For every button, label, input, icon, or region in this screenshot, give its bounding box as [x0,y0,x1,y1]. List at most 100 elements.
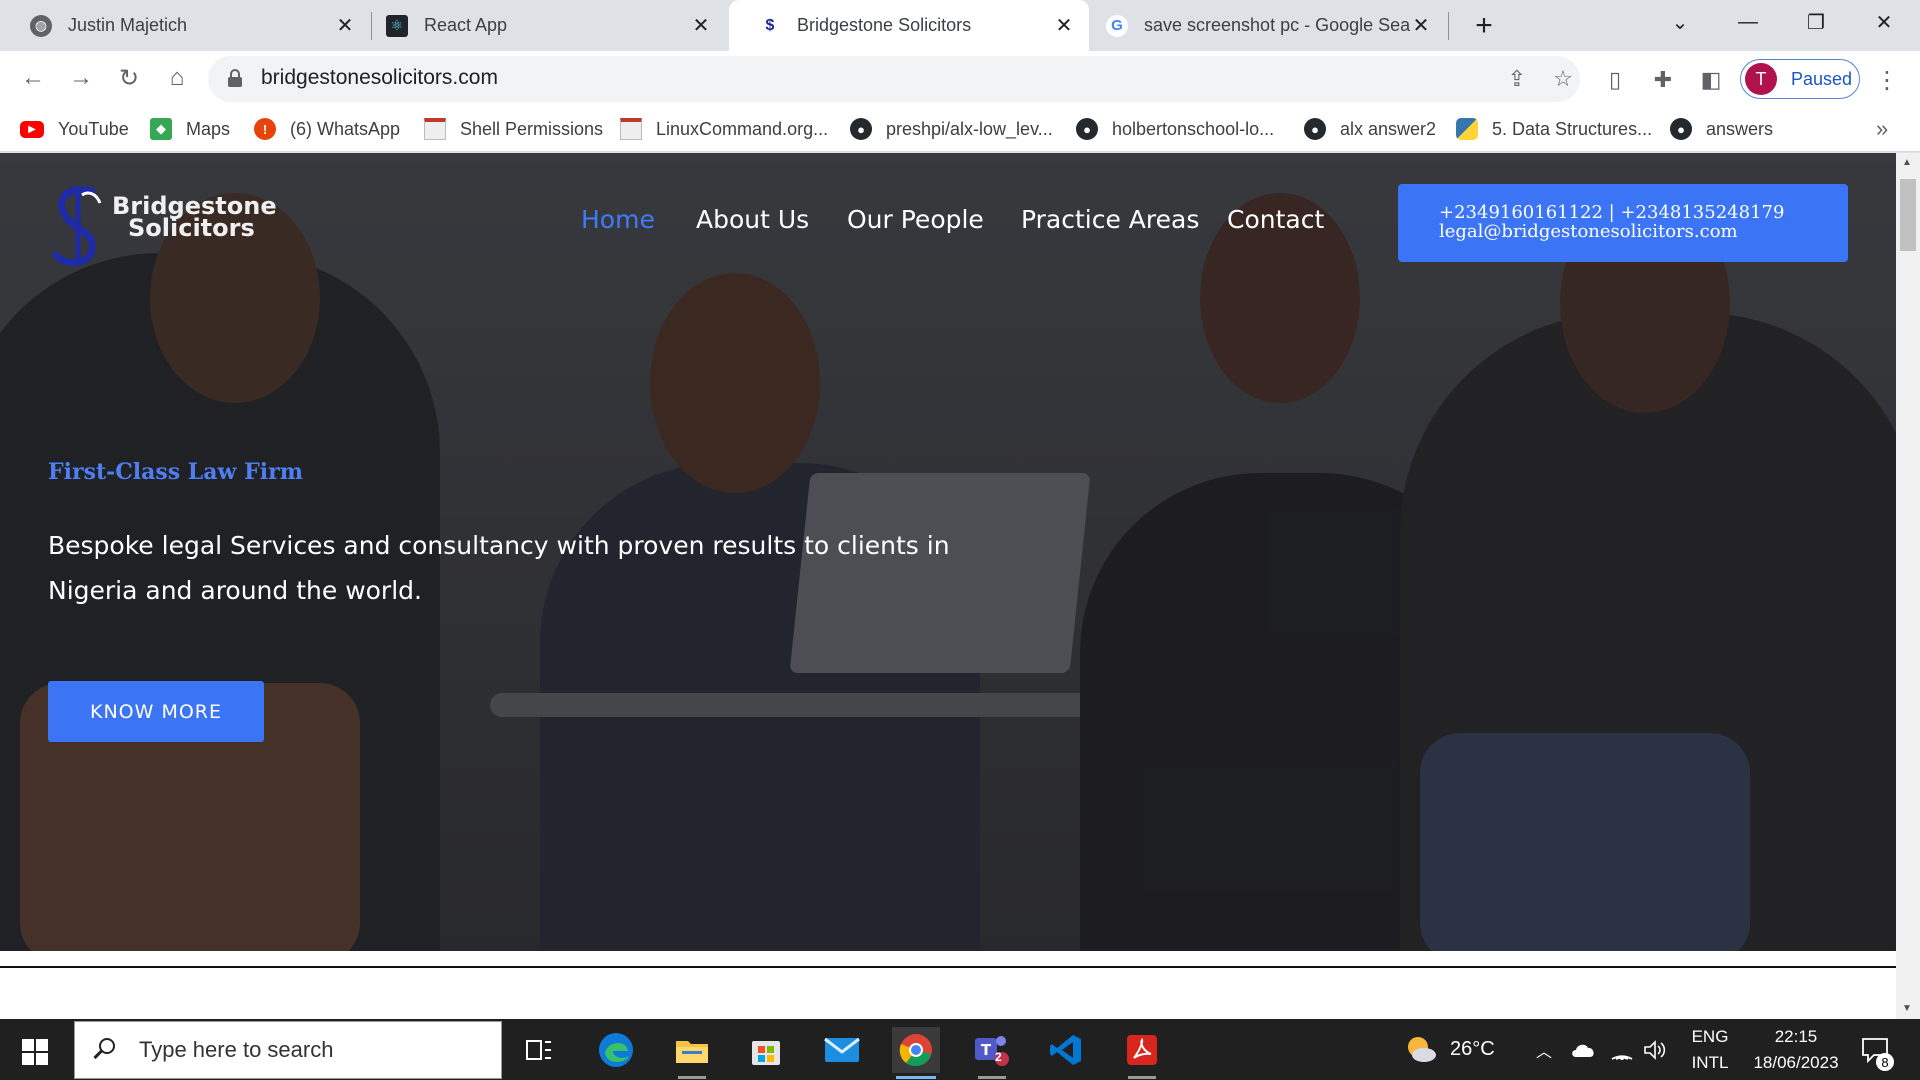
site-logo[interactable]: Bridgestone Solicitors [48,181,278,269]
tab-title: React App [424,15,508,35]
url-text[interactable]: bridgestonesolicitors.com [261,66,498,90]
page-scrollbar[interactable]: ▲ ▼ [1896,153,1920,1019]
notification-count: 8 [1876,1053,1894,1071]
contact-email: legal@bridgestonesolicitors.com [1439,221,1738,242]
minimize-icon[interactable]: — [1720,0,1776,44]
home-icon[interactable]: ⌂ [160,61,194,95]
browser-menu-icon[interactable]: ⋮ [1872,65,1902,95]
windows-start-icon[interactable] [22,1039,48,1065]
edge-icon[interactable] [592,1027,640,1073]
address-bar[interactable]: bridgestonesolicitors.com ⇪ ☆ [208,56,1580,102]
bridgestone-favicon: $ [765,16,775,34]
scrollbar-thumb[interactable] [1900,179,1916,251]
task-view-icon[interactable] [516,1027,564,1073]
taskbar-search[interactable]: Type here to search [74,1021,502,1079]
nav-contact[interactable]: Contact [1227,205,1324,234]
browser-toolbar: ← → ↻ ⌂ bridgestonesolicitors.com ⇪ ☆ ▯ … [0,51,1920,106]
contact-info-box[interactable]: +2349160161122 | +2348135248179 legal@br… [1398,184,1848,262]
chrome-icon[interactable] [892,1027,940,1079]
react-icon: ⚛ [386,14,408,37]
extensions-icon[interactable]: ✚ [1648,65,1678,95]
bookmark-holbertonschool[interactable]: ● holbertonschool-lo... [1076,116,1274,142]
nav-our-people[interactable]: Our People [847,205,984,234]
hero-lead: Bespoke legal Services and consultancy w… [48,531,950,605]
bookmark-label: Shell Permissions [460,118,604,139]
bookmark-label: alx answer2 [1340,118,1437,139]
search-icon [91,1036,119,1064]
tab-title: save screenshot pc - Google Sear [1144,15,1410,35]
bookmark-alx-answer2[interactable]: ● alx answer2 [1304,116,1436,142]
bookmark-preshpi[interactable]: ● preshpi/alx-low_lev... [850,116,1053,142]
github-icon: ● [1076,118,1098,140]
tab-title: Justin Majetich [68,15,188,35]
vscode-icon[interactable] [1042,1027,1090,1073]
acrobat-icon[interactable] [1118,1027,1166,1079]
weather-widget[interactable]: 26°C [1404,1019,1495,1080]
microsoft-store-icon[interactable] [742,1027,790,1073]
bookmark-star-icon[interactable]: ☆ [1548,64,1578,94]
notifications-icon[interactable]: 8 [1860,1019,1894,1080]
show-hidden-icons-icon[interactable]: ︿ [1536,1019,1552,1080]
volume-icon[interactable] [1642,1019,1666,1080]
tab-title: Bridgestone Solicitors [797,15,972,35]
more-bookmarks-icon[interactable]: » [1876,116,1888,142]
wifi-icon[interactable] [1610,1019,1634,1080]
close-tab-icon[interactable]: ✕ [1053,15,1075,37]
close-window-icon[interactable]: ✕ [1856,0,1912,44]
reading-list-icon[interactable]: ▯ [1600,65,1630,95]
share-icon[interactable]: ⇪ [1502,64,1532,94]
close-tab-icon[interactable]: ✕ [334,15,356,37]
input-language[interactable]: ENG INTL [1680,1024,1740,1076]
nav-practice-areas[interactable]: Practice Areas [1021,205,1199,234]
bookmark-linuxcommand[interactable]: LinuxCommand.org... [620,116,828,142]
scroll-down-icon[interactable]: ▼ [1902,1003,1912,1014]
hero-section: Bridgestone Solicitors Home About Us Our… [0,153,1896,951]
bookmark-label: holbertonschool-lo... [1112,118,1275,139]
maps-icon: ◆ [150,118,172,140]
tab-search-chevron-icon[interactable]: ⌄ [1652,0,1708,44]
globe-icon: ◍ [30,14,52,37]
new-tab-button[interactable]: + [1466,8,1502,44]
hero-kicker: First-Class Law Firm [48,459,303,485]
bookmark-data-structures[interactable]: 5. Data Structures... [1456,116,1652,142]
bookmark-label: YouTube [58,118,129,139]
bookmark-youtube[interactable]: ▶ YouTube [20,116,129,142]
github-icon: ● [1304,118,1326,140]
teams-icon[interactable]: T 2 [968,1027,1016,1079]
windows-taskbar: Type here to search T 2 26°C ︿ ENG INTL … [0,1019,1920,1080]
file-explorer-icon[interactable] [668,1027,716,1079]
tab-google-search[interactable]: G save screenshot pc - Google Sear ✕ [1090,0,1446,51]
tab-bridgestone-solicitors[interactable]: $ Bridgestone Solicitors ✕ [729,0,1089,51]
bookmark-label: LinuxCommand.org... [656,118,829,139]
profile-button[interactable]: T Paused [1740,59,1860,99]
bookmark-label: preshpi/alx-low_lev... [886,118,1053,139]
mail-icon[interactable] [818,1027,866,1073]
forward-icon[interactable]: → [64,61,98,95]
reload-icon[interactable]: ↻ [112,61,146,95]
bookmark-shell-permissions[interactable]: Shell Permissions [424,116,603,142]
bookmark-label: 5. Data Structures... [1492,118,1653,139]
restore-icon[interactable]: ❐ [1788,0,1844,44]
clock[interactable]: 22:15 18/06/2023 [1736,1024,1856,1076]
svg-text:T: T [981,1041,992,1059]
bookmark-label: answers [1706,118,1774,139]
scroll-up-icon[interactable]: ▲ [1902,157,1912,168]
know-more-button[interactable]: KNOW MORE [48,681,264,742]
bookmark-answers[interactable]: ● answers [1670,116,1773,142]
side-panel-icon[interactable]: ◧ [1696,65,1726,95]
close-tab-icon[interactable]: ✕ [1410,15,1432,37]
close-tab-icon[interactable]: ✕ [690,15,712,37]
nav-about-us[interactable]: About Us [696,205,809,234]
bookmark-whatsapp[interactable]: ! (6) WhatsApp [254,116,400,142]
back-icon[interactable]: ← [16,61,50,95]
tab-justin-majetich[interactable]: ◍ Justin Majetich ✕ [0,0,370,51]
onedrive-icon[interactable] [1570,1019,1596,1080]
bookmark-maps[interactable]: ◆ Maps [150,116,230,142]
clock-date: 18/06/2023 [1753,1053,1839,1072]
document-icon [620,118,642,140]
lock-icon[interactable] [228,69,242,87]
tab-react-app[interactable]: ⚛ React App ✕ [372,0,726,51]
python-icon [1456,118,1478,140]
weather-temp: 26°C [1450,1038,1495,1060]
nav-home[interactable]: Home [581,205,655,234]
